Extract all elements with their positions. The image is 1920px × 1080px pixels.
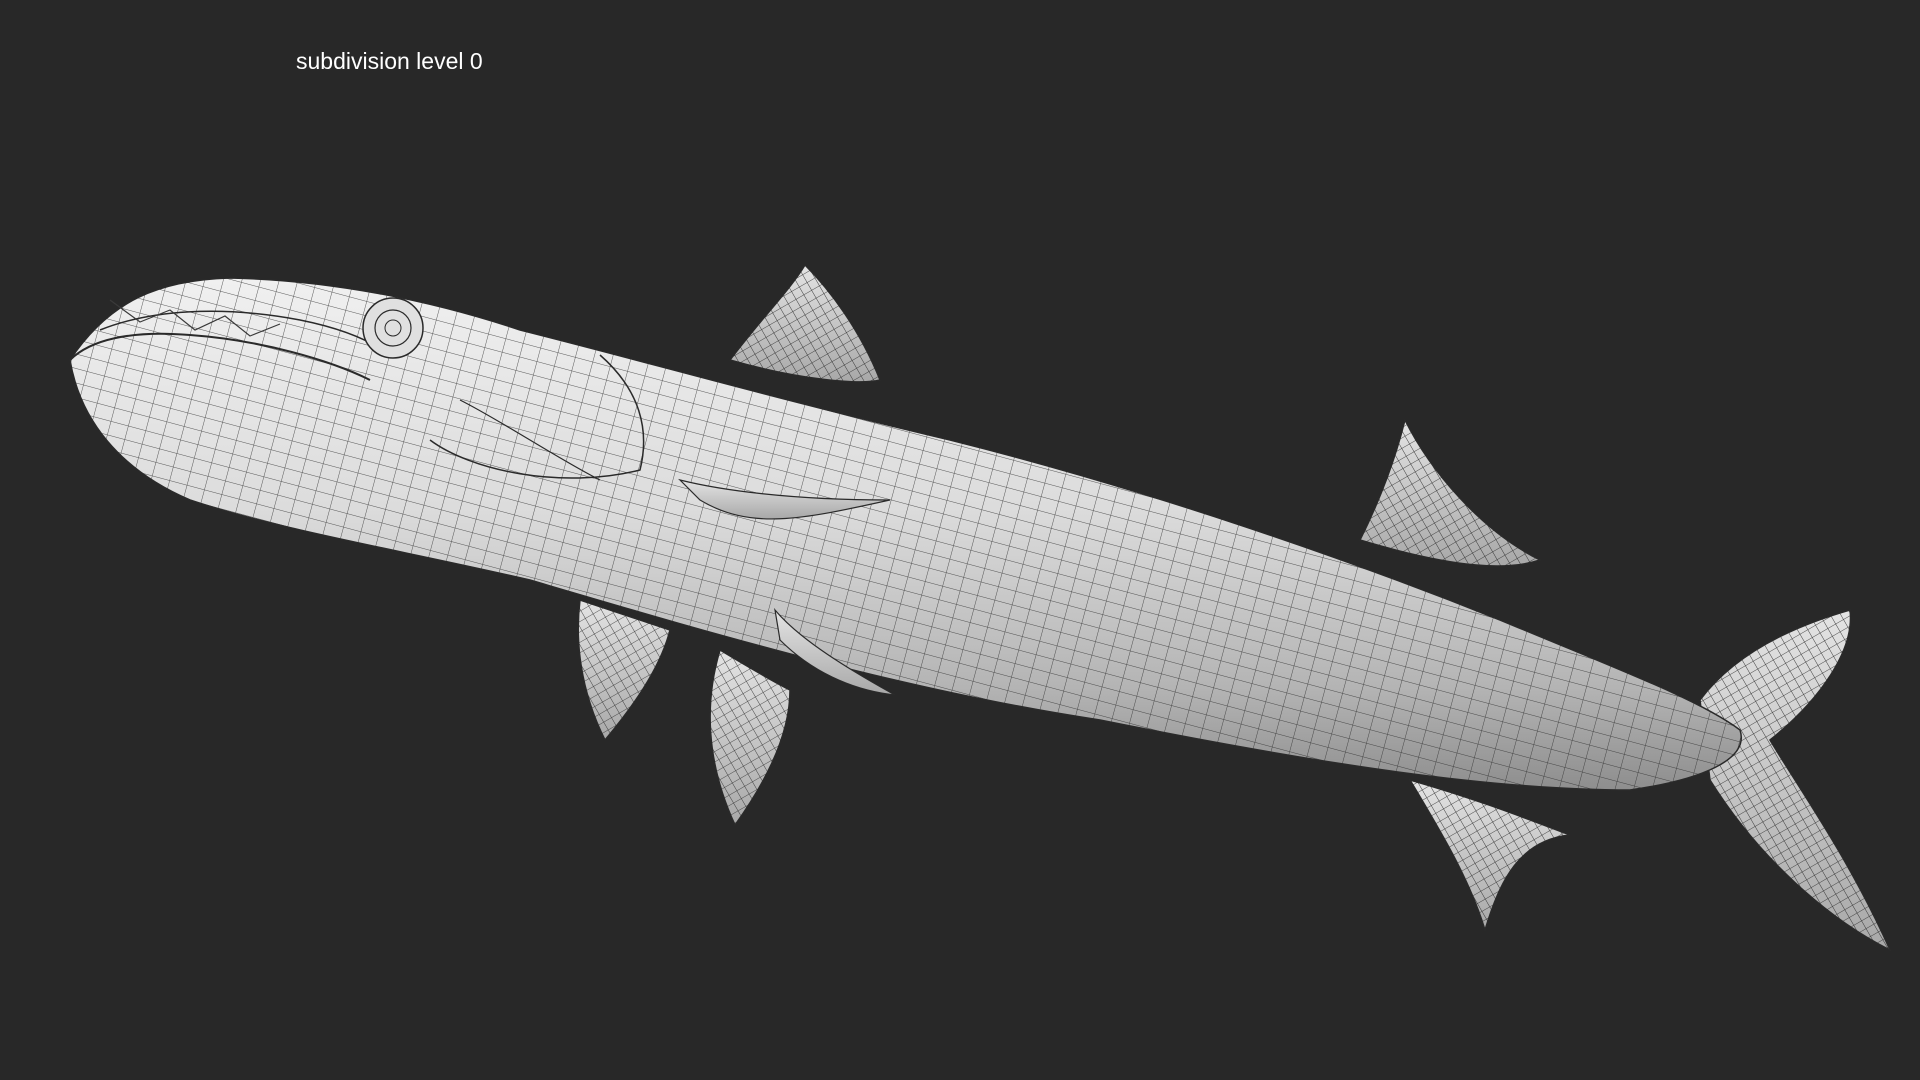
- dorsal-fin-front: [728, 263, 882, 383]
- caudal-fin: [1699, 609, 1892, 952]
- pelvic-fin-left: [577, 598, 671, 742]
- anal-fin: [1408, 778, 1571, 933]
- barracuda-wireframe-model[interactable]: [0, 0, 1920, 1080]
- dorsal-fin-rear: [1358, 417, 1542, 567]
- 3d-viewport[interactable]: subdivision level 0: [0, 0, 1920, 1080]
- eye: [362, 297, 424, 359]
- pelvic-fin-right: [709, 648, 791, 827]
- fish-body: [69, 277, 1743, 791]
